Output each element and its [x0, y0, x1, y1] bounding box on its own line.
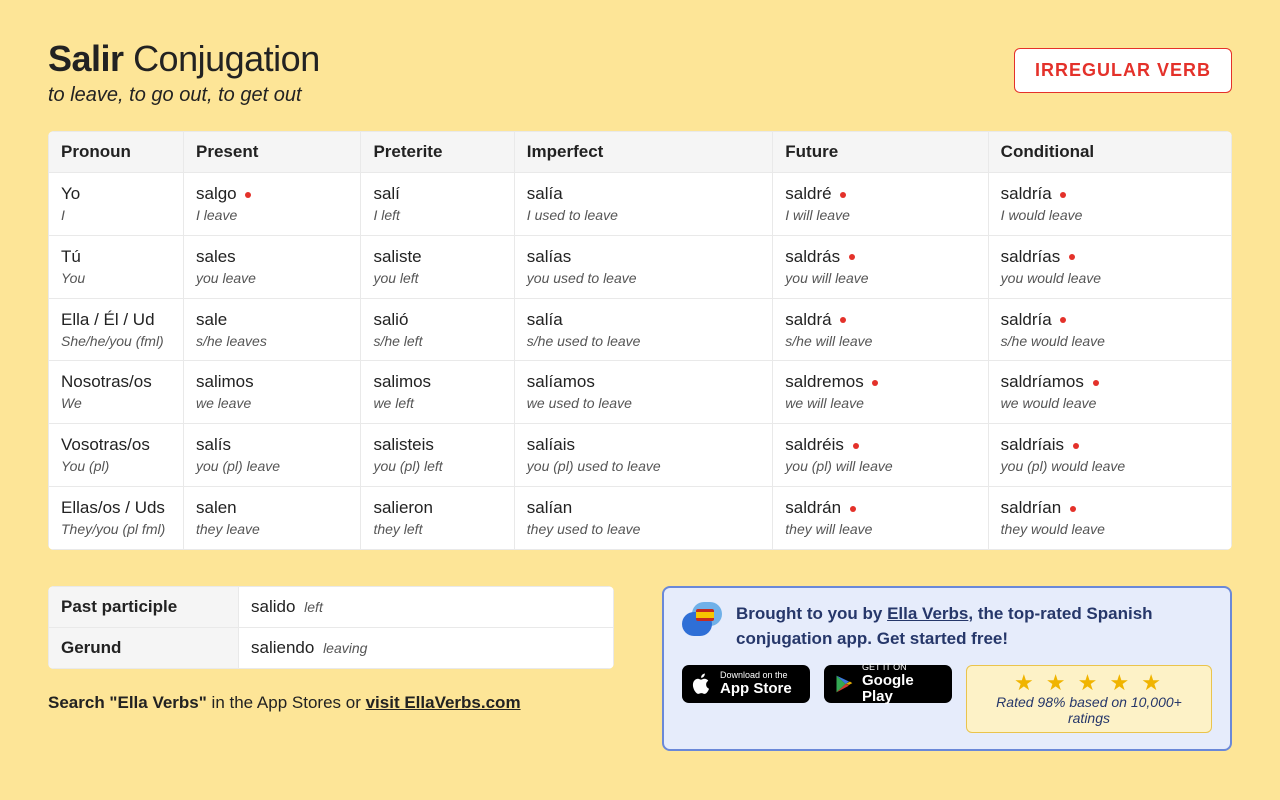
table-row: Ella / Él / UdShe/he/you (fml)sale s/he …	[49, 298, 1232, 361]
page-title: Salir Conjugation	[48, 38, 320, 80]
irregular-dot-icon	[245, 192, 251, 198]
promo-link[interactable]: Ella Verbs	[887, 604, 968, 623]
conjugation-cell: saldrían they would leave	[988, 487, 1231, 550]
pronoun-cell: YoI	[49, 173, 184, 236]
column-header: Future	[773, 132, 988, 173]
irregular-dot-icon	[840, 317, 846, 323]
column-header: Imperfect	[514, 132, 772, 173]
column-header: Preterite	[361, 132, 514, 173]
conjugation-cell: sales you leave	[184, 235, 361, 298]
conjugation-cell: saldría I would leave	[988, 173, 1231, 236]
column-header: Present	[184, 132, 361, 173]
promo-card: Brought to you by Ella Verbs, the top-ra…	[662, 586, 1232, 751]
conjugation-cell: salen they leave	[184, 487, 361, 550]
apple-icon	[692, 673, 712, 695]
rating-text: Rated 98% based on 10,000+ ratings	[977, 694, 1201, 726]
title-label: Conjugation	[133, 38, 320, 79]
conjugation-cell: saldrías you would leave	[988, 235, 1231, 298]
conjugation-cell: salí I left	[361, 173, 514, 236]
irregular-dot-icon	[1070, 506, 1076, 512]
conjugation-cell: salió s/he left	[361, 298, 514, 361]
promo-text: Brought to you by Ella Verbs, the top-ra…	[736, 602, 1212, 651]
conjugation-cell: sale s/he leaves	[184, 298, 361, 361]
conjugation-cell: salías you used to leave	[514, 235, 772, 298]
irregular-dot-icon	[840, 192, 846, 198]
conjugation-cell: saldré I will leave	[773, 173, 988, 236]
irregular-dot-icon	[853, 443, 859, 449]
conjugation-cell: saldrá s/he will leave	[773, 298, 988, 361]
irregular-dot-icon	[1069, 254, 1075, 260]
irregular-dot-icon	[1073, 443, 1079, 449]
gerund-value: saliendo leaving	[239, 627, 614, 668]
irregular-dot-icon	[1060, 317, 1066, 323]
conjugation-cell: saldrás you will leave	[773, 235, 988, 298]
conjugation-cell: salís you (pl) leave	[184, 424, 361, 487]
table-row: Ellas/os / UdsThey/you (pl fml)salen the…	[49, 487, 1232, 550]
googleplay-button[interactable]: GET IT ONGoogle Play	[824, 665, 952, 703]
conjugation-cell: salía s/he used to leave	[514, 298, 772, 361]
conjugation-cell: saldría s/he would leave	[988, 298, 1231, 361]
pronoun-cell: Vosotras/osYou (pl)	[49, 424, 184, 487]
conjugation-cell: salieron they left	[361, 487, 514, 550]
conjugation-cell: saldríamos we would leave	[988, 361, 1231, 424]
pronoun-cell: TúYou	[49, 235, 184, 298]
pronoun-cell: Nosotras/osWe	[49, 361, 184, 424]
irregular-dot-icon	[1093, 380, 1099, 386]
table-row: YoIsalgo I leavesalí I leftsalía I used …	[49, 173, 1232, 236]
conjugation-cell: saldremos we will leave	[773, 361, 988, 424]
googleplay-icon	[834, 673, 854, 695]
participle-table: Past participle salido left Gerund salie…	[48, 586, 614, 669]
rating-card: ★ ★ ★ ★ ★ Rated 98% based on 10,000+ rat…	[966, 665, 1212, 733]
column-header: Conditional	[988, 132, 1231, 173]
conjugation-cell: salisteis you (pl) left	[361, 424, 514, 487]
irregular-badge: IRREGULAR VERB	[1014, 48, 1232, 93]
pp-label: Past participle	[49, 586, 239, 627]
conjugation-cell: saldríais you (pl) would leave	[988, 424, 1231, 487]
table-row: TúYousales you leavesaliste you leftsalí…	[49, 235, 1232, 298]
conjugation-cell: salía I used to leave	[514, 173, 772, 236]
conjugation-table: PronounPresentPreteriteImperfectFutureCo…	[48, 131, 1232, 550]
irregular-dot-icon	[1060, 192, 1066, 198]
pronoun-cell: Ella / Él / UdShe/he/you (fml)	[49, 298, 184, 361]
conjugation-cell: salíais you (pl) used to leave	[514, 424, 772, 487]
conjugation-cell: saldrán they will leave	[773, 487, 988, 550]
conjugation-cell: salimos we left	[361, 361, 514, 424]
table-row: Vosotras/osYou (pl)salís you (pl) leaves…	[49, 424, 1232, 487]
conjugation-cell: saldréis you (pl) will leave	[773, 424, 988, 487]
appstore-button[interactable]: Download on theApp Store	[682, 665, 810, 703]
conjugation-cell: salíamos we used to leave	[514, 361, 772, 424]
conjugation-cell: salimos we leave	[184, 361, 361, 424]
column-header: Pronoun	[49, 132, 184, 173]
irregular-dot-icon	[850, 506, 856, 512]
irregular-dot-icon	[872, 380, 878, 386]
search-hint: Search "Ella Verbs" in the App Stores or…	[48, 693, 614, 713]
conjugation-cell: salían they used to leave	[514, 487, 772, 550]
pp-value: salido left	[239, 586, 614, 627]
irregular-dot-icon	[849, 254, 855, 260]
table-row: Nosotras/osWesalimos we leavesalimos we …	[49, 361, 1232, 424]
app-icon	[682, 602, 722, 642]
conjugation-cell: saliste you left	[361, 235, 514, 298]
subtitle: to leave, to go out, to get out	[48, 84, 320, 107]
conjugation-cell: salgo I leave	[184, 173, 361, 236]
verb-name: Salir	[48, 38, 124, 79]
pronoun-cell: Ellas/os / UdsThey/you (pl fml)	[49, 487, 184, 550]
gerund-label: Gerund	[49, 627, 239, 668]
visit-link[interactable]: visit EllaVerbs.com	[366, 693, 521, 712]
stars-icon: ★ ★ ★ ★ ★	[977, 672, 1201, 694]
